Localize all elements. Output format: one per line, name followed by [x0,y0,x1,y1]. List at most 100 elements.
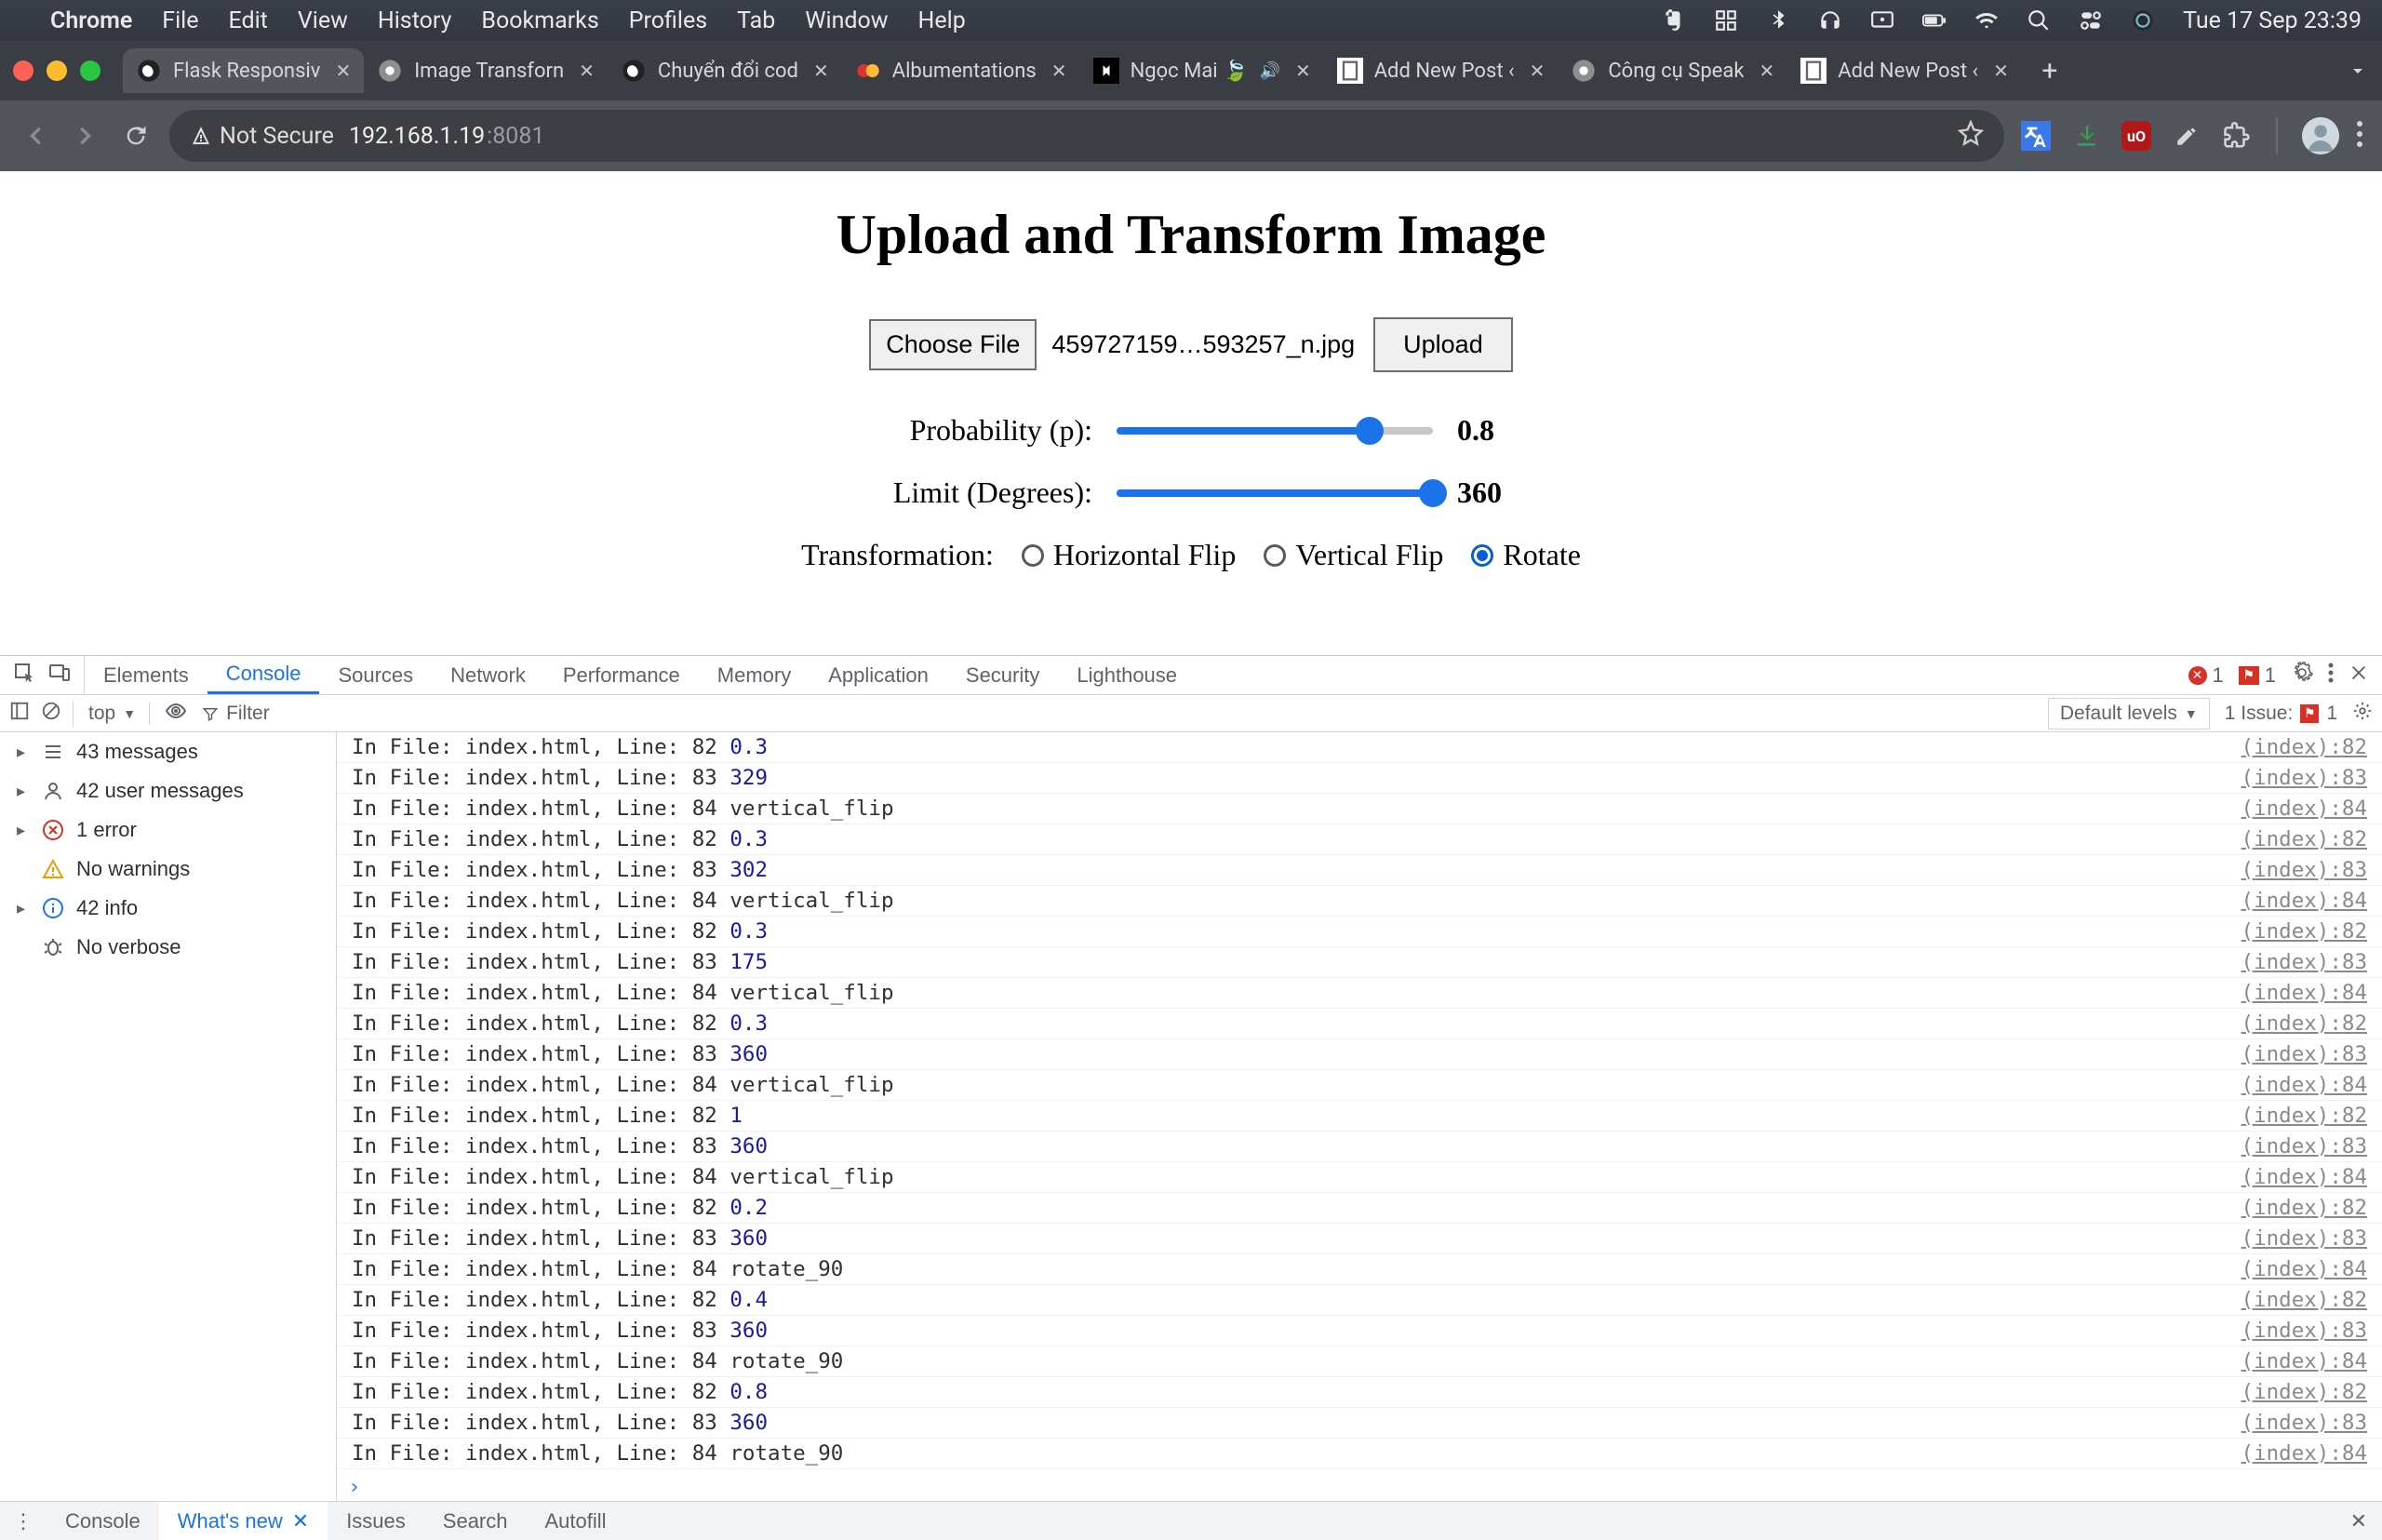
log-source-link[interactable]: (index):84 [2241,1257,2367,1281]
tab-close-icon[interactable]: ✕ [1993,60,2009,82]
log-source-link[interactable]: (index):82 [2241,1380,2367,1404]
tab-list-button[interactable] [2347,60,2369,82]
devtools-tab-memory[interactable]: Memory [699,656,810,694]
tab-close-icon[interactable]: ✕ [1295,60,1311,82]
device-toolbar-icon[interactable] [48,662,71,690]
log-level-selector[interactable]: Default levels ▼ [2048,698,2210,730]
drawer-tab-close-icon[interactable]: ✕ [292,1509,309,1533]
log-source-link[interactable]: (index):84 [2241,1073,2367,1097]
drawer-tab-search[interactable]: Search [424,1502,527,1540]
google-translate-extension-icon[interactable] [2021,121,2051,151]
edit-extension-icon[interactable] [2172,121,2201,151]
siri-icon[interactable] [2131,8,2155,33]
console-prompt[interactable]: › [337,1469,2382,1501]
drawer-close-icon[interactable]: ✕ [2335,1509,2382,1533]
tab-close-icon[interactable]: ✕ [335,60,351,82]
browser-tab[interactable]: Chuyển đổi cod✕ [608,48,842,93]
devtools-warning-count[interactable]: ⚑1 [2239,663,2276,688]
tab-close-icon[interactable]: ✕ [1759,60,1774,82]
log-source-link[interactable]: (index):82 [2241,919,2367,944]
drawer-tab-what-s-new[interactable]: What's new✕ [159,1502,328,1540]
menu-view[interactable]: View [298,7,348,34]
back-button[interactable] [19,119,52,153]
browser-tab[interactable]: Add New Post ‹✕ [1324,48,1559,93]
ublock-extension-icon[interactable]: uO [2121,121,2151,151]
drawer-tab-console[interactable]: Console [47,1502,159,1540]
forward-button[interactable] [69,119,102,153]
bluetooth-icon[interactable] [1766,8,1790,33]
log-source-link[interactable]: (index):84 [2241,981,2367,1005]
log-source-link[interactable]: (index):83 [2241,1042,2367,1066]
log-source-link[interactable]: (index):82 [2241,1196,2367,1220]
console-context-selector[interactable]: top ▼ [88,703,150,725]
window-minimize-button[interactable] [47,60,67,81]
log-source-link[interactable]: (index):83 [2241,858,2367,882]
log-source-link[interactable]: (index):84 [2241,1441,2367,1466]
console-sidebar-item[interactable]: No warnings [0,850,336,889]
devtools-tab-network[interactable]: Network [432,656,544,694]
wifi-icon[interactable] [1974,8,1999,33]
devtools-settings-icon[interactable] [2291,662,2313,690]
evernote-icon[interactable] [1662,8,1686,33]
inspect-element-icon[interactable] [13,662,35,690]
devtools-tab-performance[interactable]: Performance [544,656,699,694]
radio-vflip[interactable]: Vertical Flip [1264,538,1443,572]
console-sidebar-item[interactable]: No verbose [0,928,336,967]
new-tab-button[interactable]: + [2029,50,2070,91]
tab-close-icon[interactable]: ✕ [1051,60,1067,82]
console-sidebar-item[interactable]: ▸42 info [0,889,336,928]
drawer-tab-issues[interactable]: Issues [328,1502,424,1540]
menu-help[interactable]: Help [918,7,966,34]
browser-tab[interactable]: Albumentations✕ [842,48,1080,93]
browser-tab[interactable]: Ngọc Mai 🍃🔊✕ [1080,48,1324,93]
devtools-tab-application[interactable]: Application [810,656,947,694]
devtools-tab-elements[interactable]: Elements [85,656,207,694]
log-source-link[interactable]: (index):84 [2241,889,2367,913]
menu-bookmarks[interactable]: Bookmarks [481,7,598,34]
devtools-tab-security[interactable]: Security [947,656,1058,694]
log-source-link[interactable]: (index):83 [2241,766,2367,790]
window-close-button[interactable] [13,60,33,81]
browser-tab[interactable]: Flask Responsiv✕ [123,48,364,93]
tab-close-icon[interactable]: ✕ [579,60,595,82]
control-center-icon[interactable] [2079,8,2103,33]
log-source-link[interactable]: (index):82 [2241,1011,2367,1036]
browser-tab[interactable]: Image Transforn✕ [364,48,608,93]
profile-avatar[interactable] [2302,117,2339,154]
log-source-link[interactable]: (index):83 [2241,950,2367,974]
radio-rotate[interactable]: Rotate [1471,538,1581,572]
menu-edit[interactable]: Edit [229,7,268,34]
live-expression-icon[interactable] [165,700,187,728]
menu-file[interactable]: File [162,7,198,34]
issues-indicator[interactable]: 1 Issue: ⚑ 1 [2225,703,2337,725]
log-source-link[interactable]: (index):82 [2241,1104,2367,1128]
log-source-link[interactable]: (index):84 [2241,1349,2367,1373]
console-sidebar-toggle-icon[interactable] [9,701,30,727]
radio-hflip[interactable]: Horizontal Flip [1022,538,1236,572]
console-output[interactable]: In File: index.html, Line: 82 0.3(index)… [337,732,2382,1501]
log-source-link[interactable]: (index):84 [2241,797,2367,821]
devtools-tab-sources[interactable]: Sources [319,656,432,694]
headphones-icon[interactable] [1818,8,1842,33]
address-bar[interactable]: Not Secure 192.168.1.19:8081 [169,110,2004,162]
spotlight-icon[interactable] [2027,8,2051,33]
security-indicator[interactable]: Not Secure [190,123,334,150]
console-clear-icon[interactable] [41,701,61,727]
extensions-button[interactable] [2222,121,2252,151]
log-source-link[interactable]: (index):83 [2241,1411,2367,1435]
download-extension-icon[interactable] [2071,121,2101,151]
console-input[interactable] [370,1475,2371,1499]
console-sidebar-item[interactable]: ▸42 user messages [0,771,336,810]
audio-playing-icon[interactable]: 🔊 [1260,61,1280,81]
battery-icon[interactable] [1922,8,1947,33]
browser-tab[interactable]: Add New Post ‹✕ [1787,48,2022,93]
devtools-tab-console[interactable]: Console [207,656,320,694]
chrome-menu-button[interactable] [2356,120,2363,152]
menu-history[interactable]: History [378,7,452,34]
stage-manager-icon[interactable] [1714,8,1738,33]
log-source-link[interactable]: (index):83 [2241,1134,2367,1158]
console-settings-icon[interactable] [2352,701,2373,727]
menu-tab[interactable]: Tab [737,7,775,34]
devtools-error-count[interactable]: ✕1 [2188,663,2224,688]
choose-file-button[interactable]: Choose File [869,319,1037,370]
